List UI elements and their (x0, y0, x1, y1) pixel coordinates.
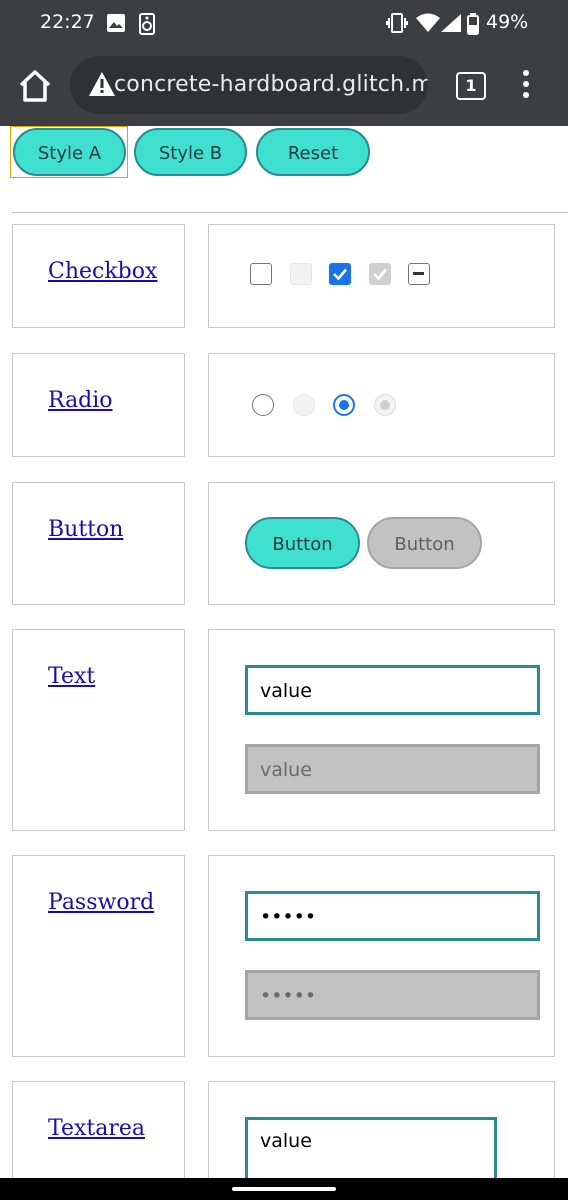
button-link[interactable]: Button (48, 517, 123, 542)
textarea-input[interactable]: value (245, 1117, 497, 1178)
checkbox-link[interactable]: Checkbox (48, 259, 157, 284)
radio-checked[interactable] (333, 394, 355, 416)
demo-button-enabled[interactable]: Button (245, 517, 360, 569)
radio-label-cell: Radio (12, 353, 185, 457)
radio-checked-disabled (374, 394, 396, 416)
home-gesture-handle[interactable] (232, 1187, 336, 1191)
text-demo-cell: value value (208, 629, 555, 831)
divider (12, 212, 568, 213)
radio-demo-cell (208, 353, 555, 457)
overflow-menu-icon[interactable] (518, 70, 534, 102)
text-label-cell: Text (12, 629, 185, 831)
style-a-button[interactable]: Style A (13, 128, 126, 176)
checkbox-checked[interactable] (329, 263, 351, 285)
battery-percent: 49% (486, 11, 529, 33)
radio-unchecked[interactable] (252, 394, 274, 416)
wifi-icon (416, 13, 440, 38)
radio-disabled (293, 394, 315, 416)
tab-switcher-button[interactable]: 1 (456, 72, 486, 100)
textarea-label-cell: Textarea (12, 1081, 185, 1178)
checkbox-indeterminate[interactable] (408, 263, 430, 285)
vibrate-icon (386, 13, 408, 38)
checkbox-checked-disabled (369, 263, 391, 285)
signal-icon (440, 13, 462, 38)
password-label-cell: Password (12, 855, 185, 1057)
password-demo-cell: ••••• ••••• (208, 855, 555, 1057)
system-nav-bar (0, 1178, 568, 1200)
style-b-button[interactable]: Style B (134, 128, 247, 176)
speaker-icon (139, 13, 155, 40)
button-demo-cell: Button Button (208, 482, 555, 605)
image-icon (106, 13, 126, 38)
radio-link[interactable]: Radio (48, 388, 113, 413)
checkbox-disabled (290, 263, 312, 285)
textarea-link[interactable]: Textarea (48, 1116, 145, 1141)
browser-toolbar: concrete-hardboard.glitch.me 1 (0, 46, 568, 126)
battery-icon (467, 13, 479, 40)
status-bar: 22:27 49% (0, 0, 568, 46)
password-link[interactable]: Password (48, 890, 154, 915)
text-input-disabled: value (245, 744, 540, 794)
textarea-demo-cell: value (208, 1081, 555, 1178)
reset-button[interactable]: Reset (256, 128, 370, 176)
text-input[interactable]: value (245, 665, 540, 715)
checkbox-demo-cell (208, 224, 555, 328)
checkbox-label-cell: Checkbox (12, 224, 185, 328)
warning-triangle-icon[interactable] (88, 71, 116, 102)
home-icon[interactable] (14, 66, 56, 106)
demo-button-disabled: Button (367, 517, 482, 569)
address-bar[interactable]: concrete-hardboard.glitch.me (70, 56, 428, 114)
page-content: Style A Style B Reset Checkbox Radio But… (0, 126, 568, 1178)
button-label-cell: Button (12, 482, 185, 605)
password-input-disabled: ••••• (245, 970, 540, 1020)
password-input[interactable]: ••••• (245, 891, 540, 941)
status-time: 22:27 (40, 11, 95, 33)
url-text[interactable]: concrete-hardboard.glitch.me (114, 72, 428, 97)
text-link[interactable]: Text (48, 664, 95, 689)
checkbox-unchecked[interactable] (250, 263, 272, 285)
